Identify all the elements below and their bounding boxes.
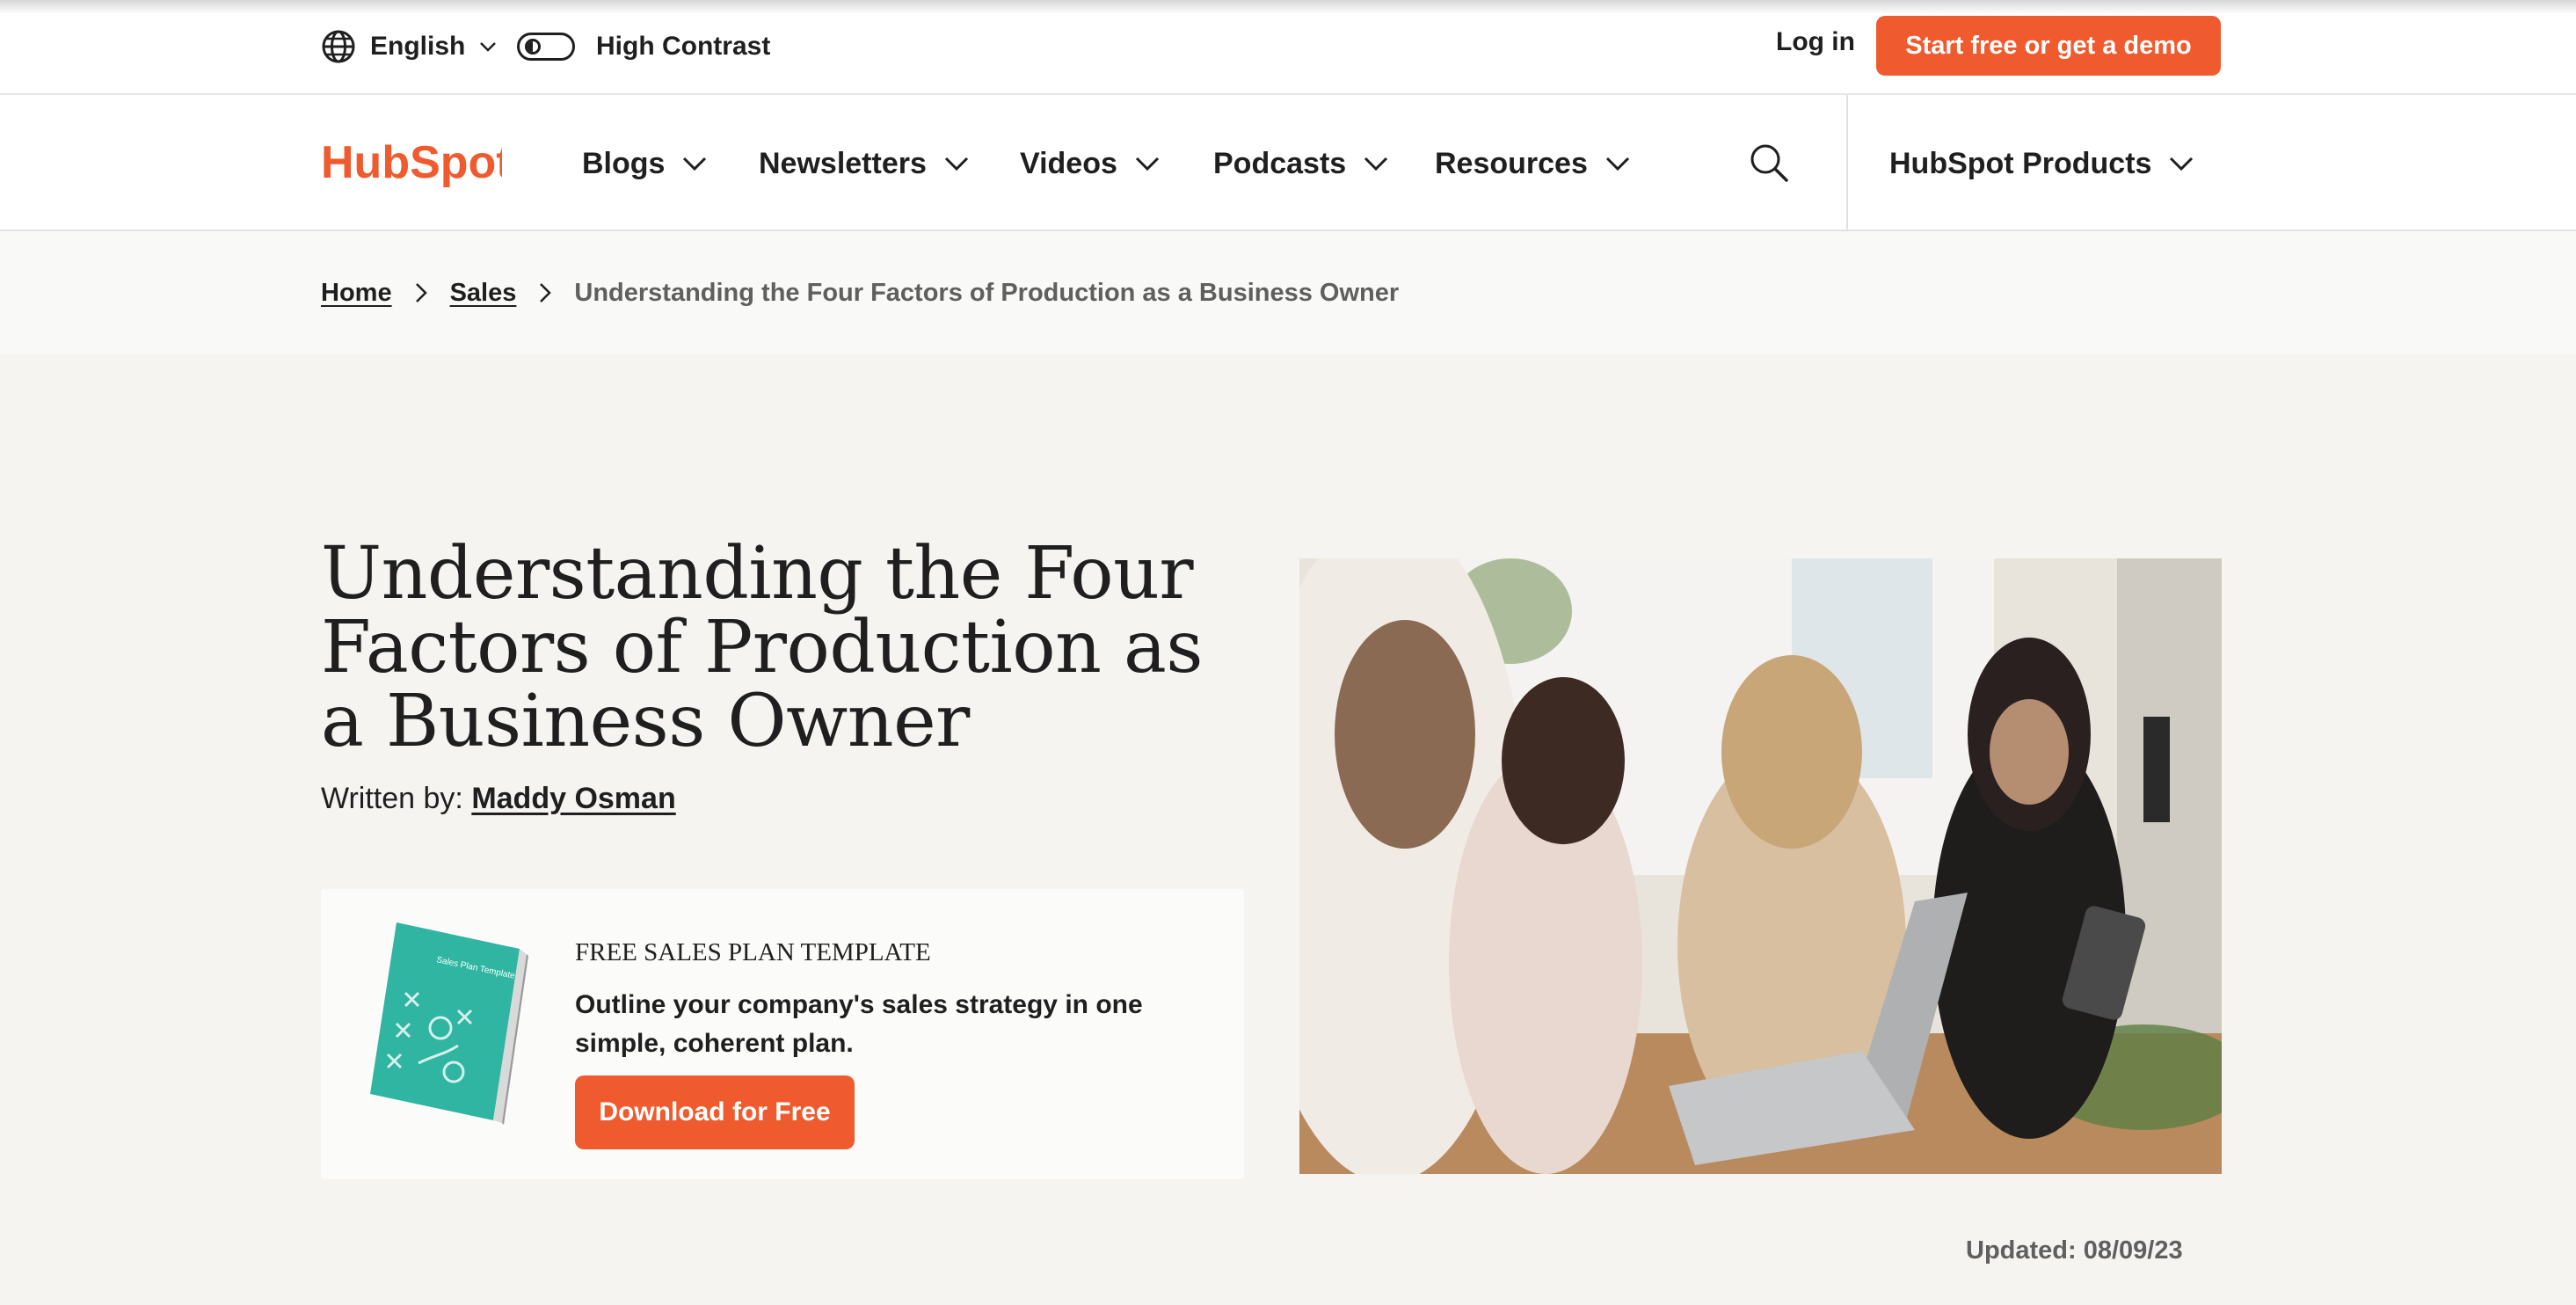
nav-hubspot-products[interactable]: HubSpot Products: [1889, 145, 2194, 182]
offer-card: Sales Plan Template FREE SALES PLAN TEMP…: [321, 889, 1244, 1179]
search-icon[interactable]: [1748, 142, 1790, 184]
download-button[interactable]: Download for Free: [575, 1075, 855, 1149]
contrast-switch[interactable]: [517, 33, 575, 61]
language-selector[interactable]: English: [321, 27, 497, 66]
nav-products-label: HubSpot Products: [1889, 146, 2152, 180]
nav-divider: [1846, 95, 1848, 231]
chevron-down-icon: [944, 157, 968, 171]
nav-blogs-label: Blogs: [582, 146, 666, 180]
nav-newsletters[interactable]: Newsletters: [759, 145, 969, 182]
globe-icon: [322, 30, 355, 63]
login-link[interactable]: Log in: [1776, 27, 1855, 57]
nav-podcasts-label: Podcasts: [1213, 146, 1347, 180]
breadcrumb-current: Understanding the Four Factors of Produc…: [574, 278, 1400, 307]
high-contrast-toggle[interactable]: High Contrast: [517, 29, 770, 64]
start-free-button[interactable]: Start free or get a demo: [1876, 16, 2221, 76]
chevron-down-icon: [1605, 157, 1629, 171]
breadcrumb-home[interactable]: Home: [321, 279, 392, 308]
nav-videos-label: Videos: [1020, 146, 1117, 180]
nav-podcasts[interactable]: Podcasts: [1213, 145, 1388, 182]
chevron-right-icon: [540, 283, 552, 303]
language-label: English: [370, 32, 466, 61]
nav-newsletters-label: Newsletters: [759, 146, 927, 180]
article-hero: Understanding the Four Factors of Produc…: [0, 354, 2576, 1305]
author-link[interactable]: Maddy Osman: [471, 782, 675, 815]
contrast-icon: [525, 39, 541, 55]
logo-text: HubSpot: [321, 137, 502, 188]
hubspot-logo[interactable]: HubSpot: [321, 137, 502, 192]
nav-videos[interactable]: Videos: [1020, 145, 1160, 182]
main-navigation: HubSpot Blogs Newsletters Videos Podcast…: [0, 95, 2576, 231]
chevron-down-icon: [2170, 157, 2194, 171]
nav-resources-label: Resources: [1435, 146, 1588, 180]
offer-kicker: FREE SALES PLAN TEMPLATE: [575, 938, 931, 966]
breadcrumb: Home Sales Understanding the Four Factor…: [0, 231, 2576, 354]
article-title: Understanding the Four Factors of Produc…: [321, 532, 1203, 763]
article-featured-image: [1299, 558, 2222, 1174]
byline-prefix: Written by:: [321, 782, 463, 815]
chevron-down-icon: [683, 157, 707, 171]
ebook-cover-image: Sales Plan Template: [370, 922, 528, 1125]
chevron-down-icon: [1135, 157, 1159, 171]
chevron-down-icon: [1364, 157, 1388, 171]
utility-bar: English High Contrast Log in Start free …: [0, 0, 2576, 95]
chevron-down-icon: [480, 42, 497, 52]
offer-description: Outline your company's sales strategy in…: [575, 990, 1143, 1058]
nav-blogs[interactable]: Blogs: [582, 145, 707, 182]
breadcrumb-sales[interactable]: Sales: [450, 279, 517, 308]
high-contrast-label: High Contrast: [596, 32, 771, 61]
updated-date: Updated: 08/09/23: [1966, 1236, 2183, 1265]
byline: Written by: Maddy Osman: [321, 782, 676, 816]
nav-resources[interactable]: Resources: [1435, 145, 1630, 182]
chevron-right-icon: [415, 283, 427, 303]
